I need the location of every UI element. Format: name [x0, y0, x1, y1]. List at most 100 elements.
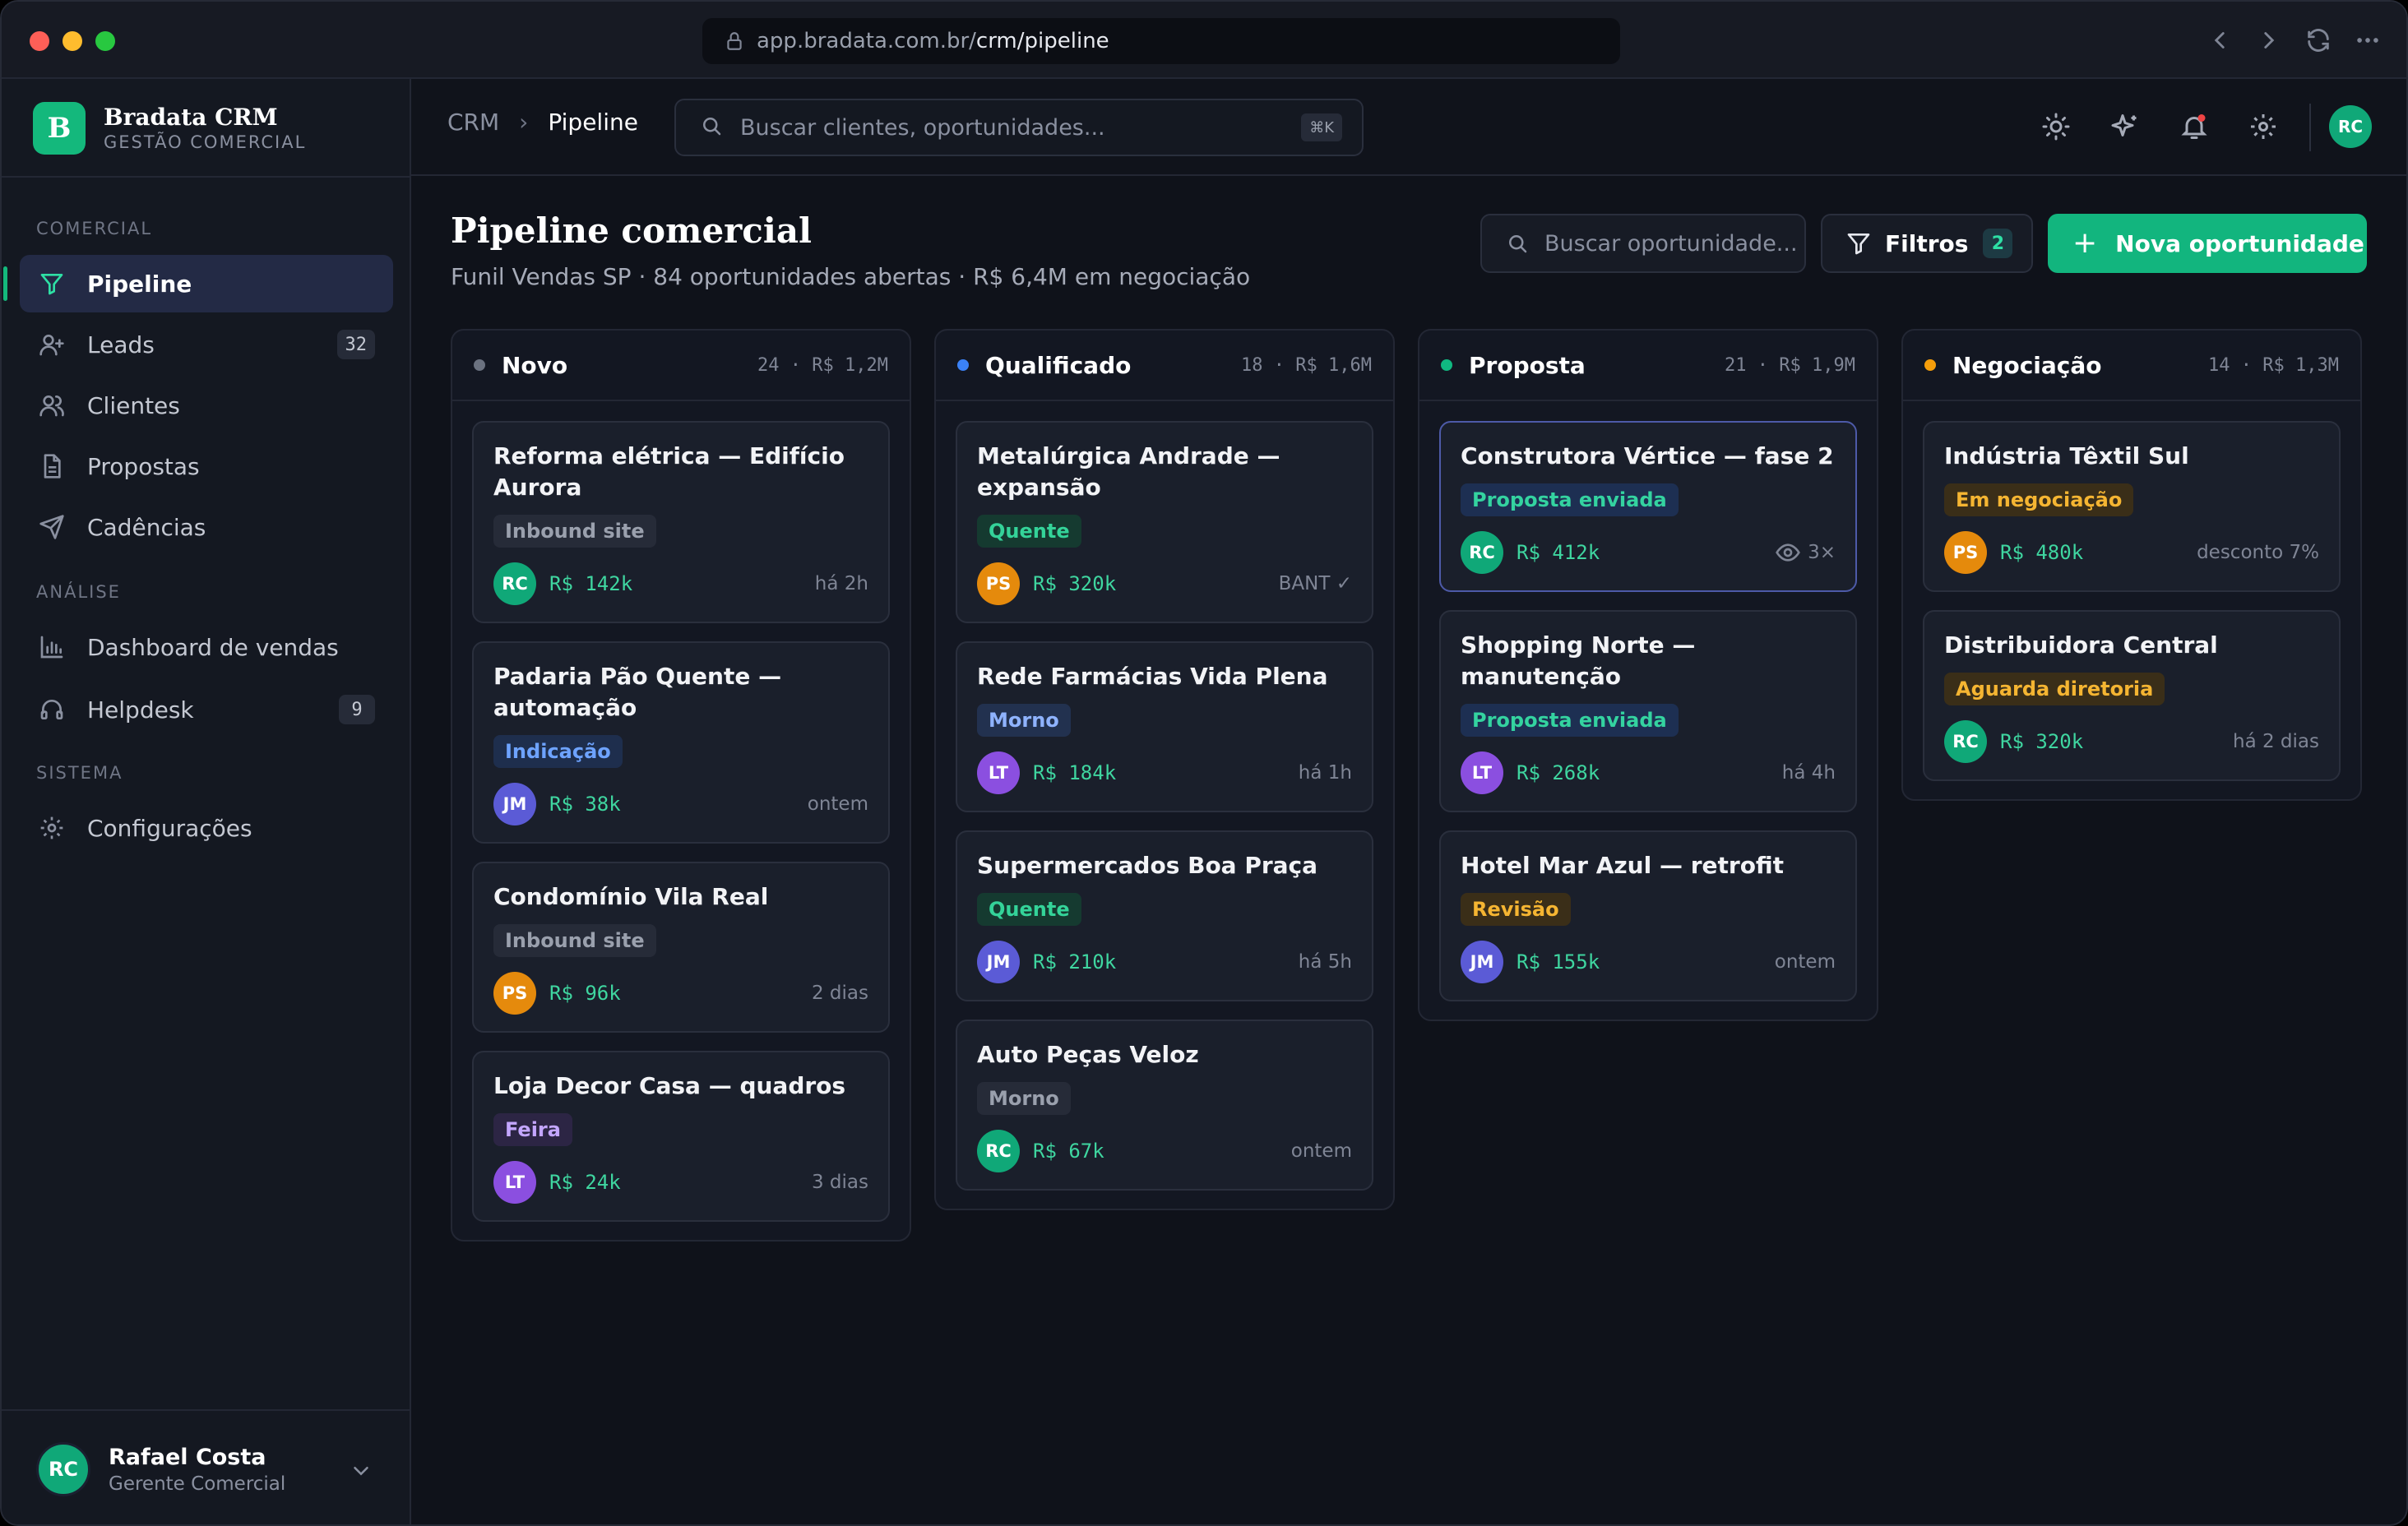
brand-name: Bradata CRM: [104, 104, 278, 131]
new-opportunity-label: Nova oportunidade: [2115, 229, 2364, 257]
opportunity-meta: há 2h: [815, 573, 868, 594]
sidebar-item-label: Cadências: [87, 513, 206, 541]
opportunity-amount: R$ 184k: [1033, 761, 1117, 784]
opportunity-card[interactable]: Reforma elétrica — Edifício Aurora Inboun…: [472, 421, 890, 623]
brand[interactable]: B Bradata CRM GESTÃO COMERCIAL: [33, 102, 306, 155]
page-title: Pipeline comercial: [451, 210, 812, 251]
opportunity-card[interactable]: Metalúrgica Andrade — expansão Quente PS R$…: [956, 421, 1373, 623]
breadcrumb-crm[interactable]: CRM: [447, 109, 499, 136]
sparkles-icon[interactable]: [2107, 109, 2143, 145]
opportunity-card[interactable]: Rede Farmácias Vida Plena Morno LT R$ 184k h…: [956, 641, 1373, 812]
sidebar-item-pipeline[interactable]: Pipeline: [3, 255, 393, 312]
section-label-comercial: COMERCIAL: [36, 219, 153, 238]
sidebar-item-dashboard[interactable]: Dashboard de vendas: [20, 618, 393, 676]
opportunity-meta-text: há 4h: [1781, 762, 1836, 784]
gear-icon[interactable]: [2245, 109, 2281, 145]
opportunity-meta-text: há 1h: [1298, 762, 1352, 784]
address-bar[interactable]: app.bradata.com.br/crm/pipeline: [702, 18, 1620, 64]
opportunity-card[interactable]: Auto Peças Veloz Morno RC R$ 67k ontem: [956, 1020, 1373, 1191]
maximize-window-button[interactable]: [95, 31, 115, 51]
opportunity-search[interactable]: [1480, 214, 1806, 273]
opportunity-meta: ontem: [1775, 951, 1836, 973]
opportunity-search-input[interactable]: [1544, 230, 1799, 257]
opportunity-meta: ontem: [808, 793, 868, 815]
gear-icon: [38, 814, 66, 842]
avatar: RC: [493, 562, 536, 605]
avatar[interactable]: RC: [2329, 105, 2372, 148]
sidebar-item-leads[interactable]: Leads 32: [20, 316, 393, 373]
opportunity-card[interactable]: Loja Decor Casa — quadros Feira LT R$ 24k 3 …: [472, 1051, 890, 1222]
avatar: RC: [977, 1130, 1020, 1172]
global-search[interactable]: ⌘K: [674, 99, 1364, 156]
opportunity-card[interactable]: Condomínio Vila Real Inbound site PS R$ 96k…: [472, 862, 890, 1033]
column-header: Qualificado 18 · R$ 1,6M: [936, 331, 1393, 401]
filters-button[interactable]: Filtros 2: [1821, 214, 2033, 273]
status-badge: Feira: [493, 1113, 572, 1146]
opportunity-card[interactable]: Construtora Vértice — fase 2 Proposta env…: [1439, 421, 1857, 592]
opportunity-card[interactable]: Distribuidora Central Aguarda diretoria RC…: [1923, 610, 2341, 781]
avatar: LT: [493, 1161, 536, 1204]
opportunity-meta: BANT ✓: [1279, 573, 1352, 594]
opportunity-title: Shopping Norte — manutenção: [1461, 631, 1696, 690]
opportunity-meta-text: desconto 7%: [2197, 542, 2319, 563]
opportunity-card[interactable]: Hotel Mar Azul — retrofit Revisão JM R$ 155…: [1439, 830, 1857, 1001]
more-icon[interactable]: [2354, 26, 2382, 54]
breadcrumb: CRM › Pipeline: [447, 109, 638, 136]
section-label-sistema: SISTEMA: [36, 763, 123, 783]
chevron-down-icon[interactable]: [349, 1459, 373, 1483]
opportunity-meta: 2 dias: [812, 983, 868, 1004]
status-badge: Inbound site: [493, 515, 656, 548]
pipeline-column: Negociação 14 · R$ 1,3M Indústria Têxtil S…: [1901, 329, 2362, 801]
filters-count-badge: 2: [1983, 229, 2013, 258]
column-stats: 14 · R$ 1,3M: [2208, 354, 2339, 376]
sidebar-item-configuracoes[interactable]: Configurações: [20, 799, 393, 857]
opportunity-card[interactable]: Shopping Norte — manutenção Proposta envi…: [1439, 610, 1857, 812]
opportunity-card[interactable]: Indústria Têxtil Sul Em negociação PS R$ 48…: [1923, 421, 2341, 592]
plus-icon: +: [2072, 226, 2098, 260]
column-stats: 18 · R$ 1,6M: [1241, 354, 1372, 376]
avatar: RC: [36, 1442, 90, 1496]
bell-icon[interactable]: [2176, 109, 2212, 145]
opportunity-title: Metalúrgica Andrade — expansão: [977, 442, 1280, 501]
opportunity-meta-text: ontem: [1774, 951, 1836, 973]
opportunity-card[interactable]: Supermercados Boa Praça Quente JM R$ 210k há…: [956, 830, 1373, 1001]
user-menu[interactable]: RC Rafael Costa Gerente Comercial: [2, 1409, 410, 1524]
opportunity-meta-text: ontem: [1290, 1140, 1352, 1162]
opportunity-meta: há 5h: [1299, 951, 1352, 973]
sidebar-item-helpdesk[interactable]: Helpdesk 9: [20, 681, 393, 738]
sun-icon[interactable]: [2038, 109, 2074, 145]
opportunity-amount: R$ 480k: [2000, 541, 2084, 564]
sidebar-item-propostas[interactable]: Propostas: [20, 437, 393, 495]
chevron-right-icon: ›: [519, 109, 529, 136]
opportunity-meta-text: há 5h: [1298, 951, 1352, 973]
back-icon[interactable]: [2206, 26, 2234, 54]
search-icon: [1509, 235, 1527, 253]
opportunity-meta-text: 2 dias: [811, 983, 868, 1004]
opportunity-amount: R$ 320k: [1033, 572, 1117, 595]
sidebar-item-clientes[interactable]: Clientes: [20, 377, 393, 434]
global-search-input[interactable]: [740, 114, 1299, 141]
column-header: Negociação 14 · R$ 1,3M: [1903, 331, 2360, 401]
section-label-analise: ANÁLISE: [36, 582, 121, 602]
opportunity-amount: R$ 155k: [1517, 950, 1600, 973]
minimize-window-button[interactable]: [63, 31, 82, 51]
column-title: Negociação: [1952, 351, 2102, 379]
sidebar-item-label: Propostas: [87, 452, 200, 480]
new-opportunity-button[interactable]: + Nova oportunidade: [2048, 214, 2367, 273]
close-window-button[interactable]: [30, 31, 49, 51]
opportunity-meta: ontem: [1291, 1140, 1352, 1162]
status-badge: Indicação: [493, 735, 623, 768]
avatar: JM: [1461, 941, 1503, 983]
status-badge: Morno: [977, 1082, 1071, 1115]
sidebar-item-label: Configurações: [87, 814, 252, 842]
forward-icon[interactable]: [2255, 26, 2283, 54]
filter-icon: [1847, 234, 1870, 255]
status-badge: Em negociação: [1944, 483, 2134, 516]
reload-icon[interactable]: [2304, 26, 2332, 54]
opportunity-amount: R$ 320k: [2000, 730, 2084, 753]
opportunity-card[interactable]: Padaria Pão Quente — automação Indicação J…: [472, 641, 890, 844]
sidebar-item-cadencias[interactable]: Cadências: [20, 498, 393, 556]
app-window: app.bradata.com.br/crm/pipeline B Bradat…: [0, 0, 2408, 1526]
avatar: PS: [1944, 531, 1987, 574]
stage-color-dot: [957, 359, 969, 371]
